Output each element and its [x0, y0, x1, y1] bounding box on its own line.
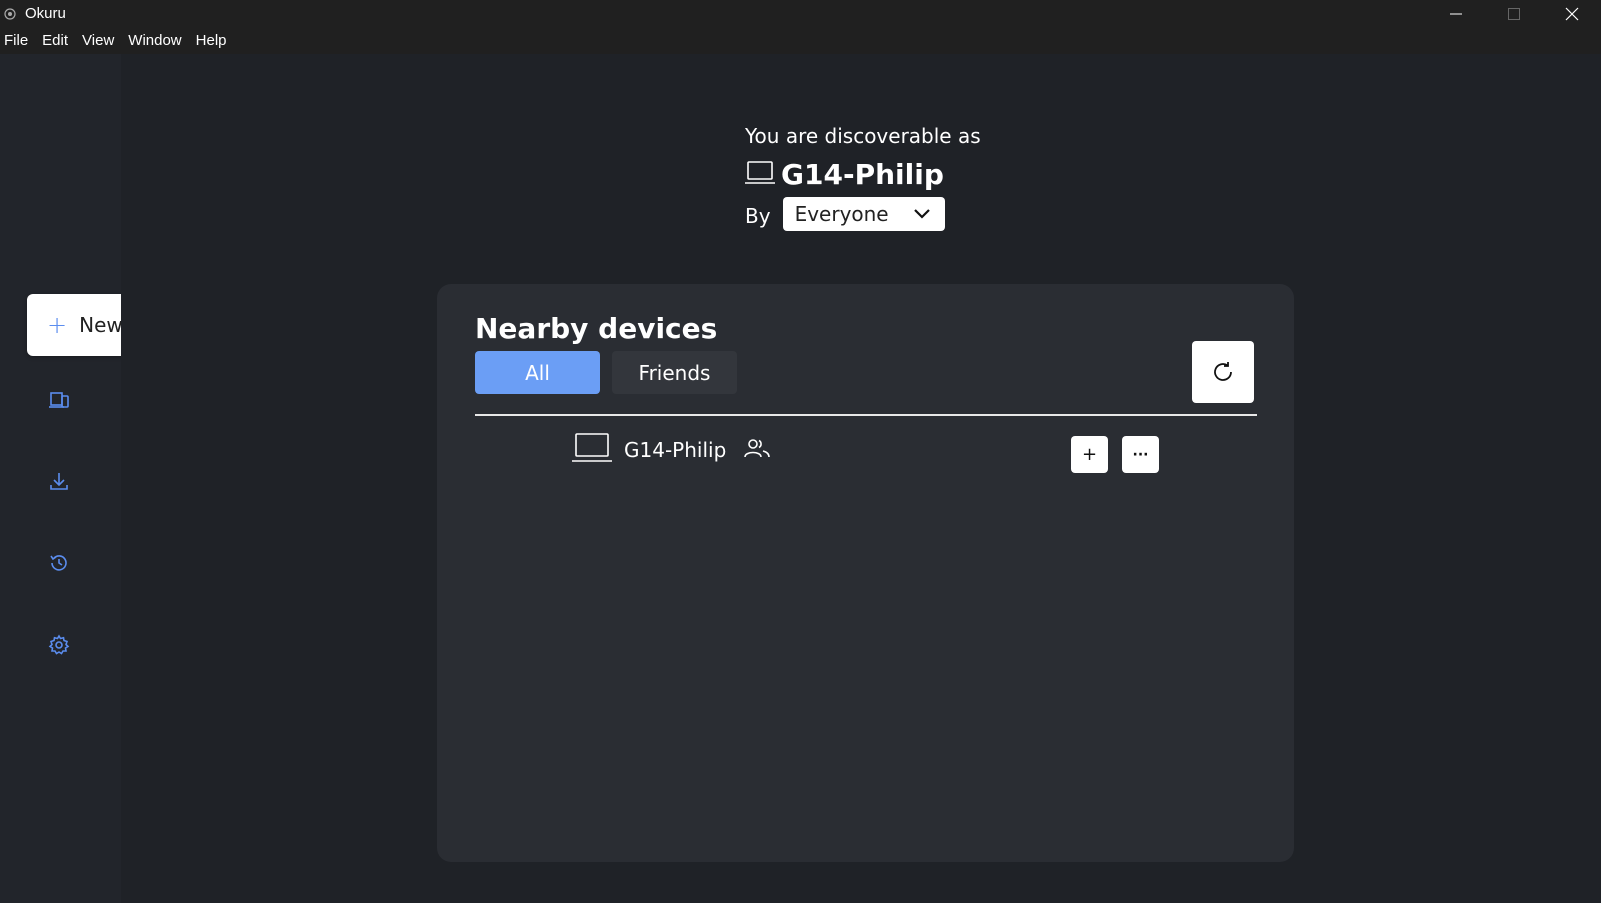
- close-icon: [1565, 7, 1579, 20]
- more-options-button[interactable]: ···: [1122, 436, 1159, 473]
- tab-all[interactable]: All: [475, 351, 600, 394]
- minimize-button[interactable]: [1427, 0, 1485, 27]
- maximize-button[interactable]: [1485, 0, 1543, 27]
- menu-view[interactable]: View: [75, 27, 121, 54]
- own-device-name: G14-Philip: [781, 158, 944, 191]
- visibility-value: Everyone: [794, 202, 889, 226]
- new-button[interactable]: + New: [27, 294, 134, 356]
- tab-friends[interactable]: Friends: [612, 351, 737, 394]
- menu-window[interactable]: Window: [121, 27, 188, 54]
- app-logo-icon: [1, 5, 19, 23]
- refresh-icon: [1214, 362, 1232, 381]
- window-controls: [1427, 0, 1601, 27]
- devices-icon[interactable]: [43, 384, 75, 416]
- discoverable-heading: You are discoverable as: [745, 124, 981, 148]
- friends-icon: [744, 437, 771, 463]
- title-bar: Okuru: [0, 0, 1601, 27]
- by-label: By: [745, 204, 771, 228]
- plus-icon: +: [47, 311, 68, 339]
- discoverable-section: You are discoverable as G14-Philip By Ev…: [745, 124, 981, 231]
- nearby-devices-panel: Nearby devices All Friends G14-Philip + …: [437, 284, 1294, 862]
- list-item[interactable]: G14-Philip: [572, 432, 771, 468]
- refresh-button[interactable]: [1192, 341, 1254, 403]
- laptop-icon: [745, 160, 775, 190]
- visibility-select[interactable]: Everyone: [782, 197, 945, 231]
- menu-file[interactable]: File: [0, 27, 35, 54]
- close-button[interactable]: [1543, 0, 1601, 27]
- laptop-icon: [572, 432, 612, 468]
- menu-bar: File Edit View Window Help: [0, 27, 1601, 54]
- menu-edit[interactable]: Edit: [35, 27, 75, 54]
- window-title: Okuru: [25, 5, 66, 22]
- menu-help[interactable]: Help: [189, 27, 234, 54]
- sidebar: + New: [0, 54, 134, 903]
- download-icon[interactable]: [43, 465, 75, 497]
- visibility-row: By Everyone: [745, 197, 981, 231]
- chevron-down-icon: [913, 209, 930, 219]
- settings-icon[interactable]: [43, 629, 75, 661]
- history-icon[interactable]: [43, 547, 75, 579]
- device-name: G14-Philip: [624, 438, 727, 462]
- add-device-button[interactable]: +: [1071, 436, 1108, 473]
- divider: [475, 414, 1257, 416]
- own-device-row: G14-Philip: [745, 158, 981, 191]
- maximize-icon: [1508, 7, 1520, 20]
- minimize-icon: [1450, 13, 1462, 14]
- new-button-label: New: [79, 313, 123, 337]
- nearby-devices-title: Nearby devices: [475, 312, 718, 345]
